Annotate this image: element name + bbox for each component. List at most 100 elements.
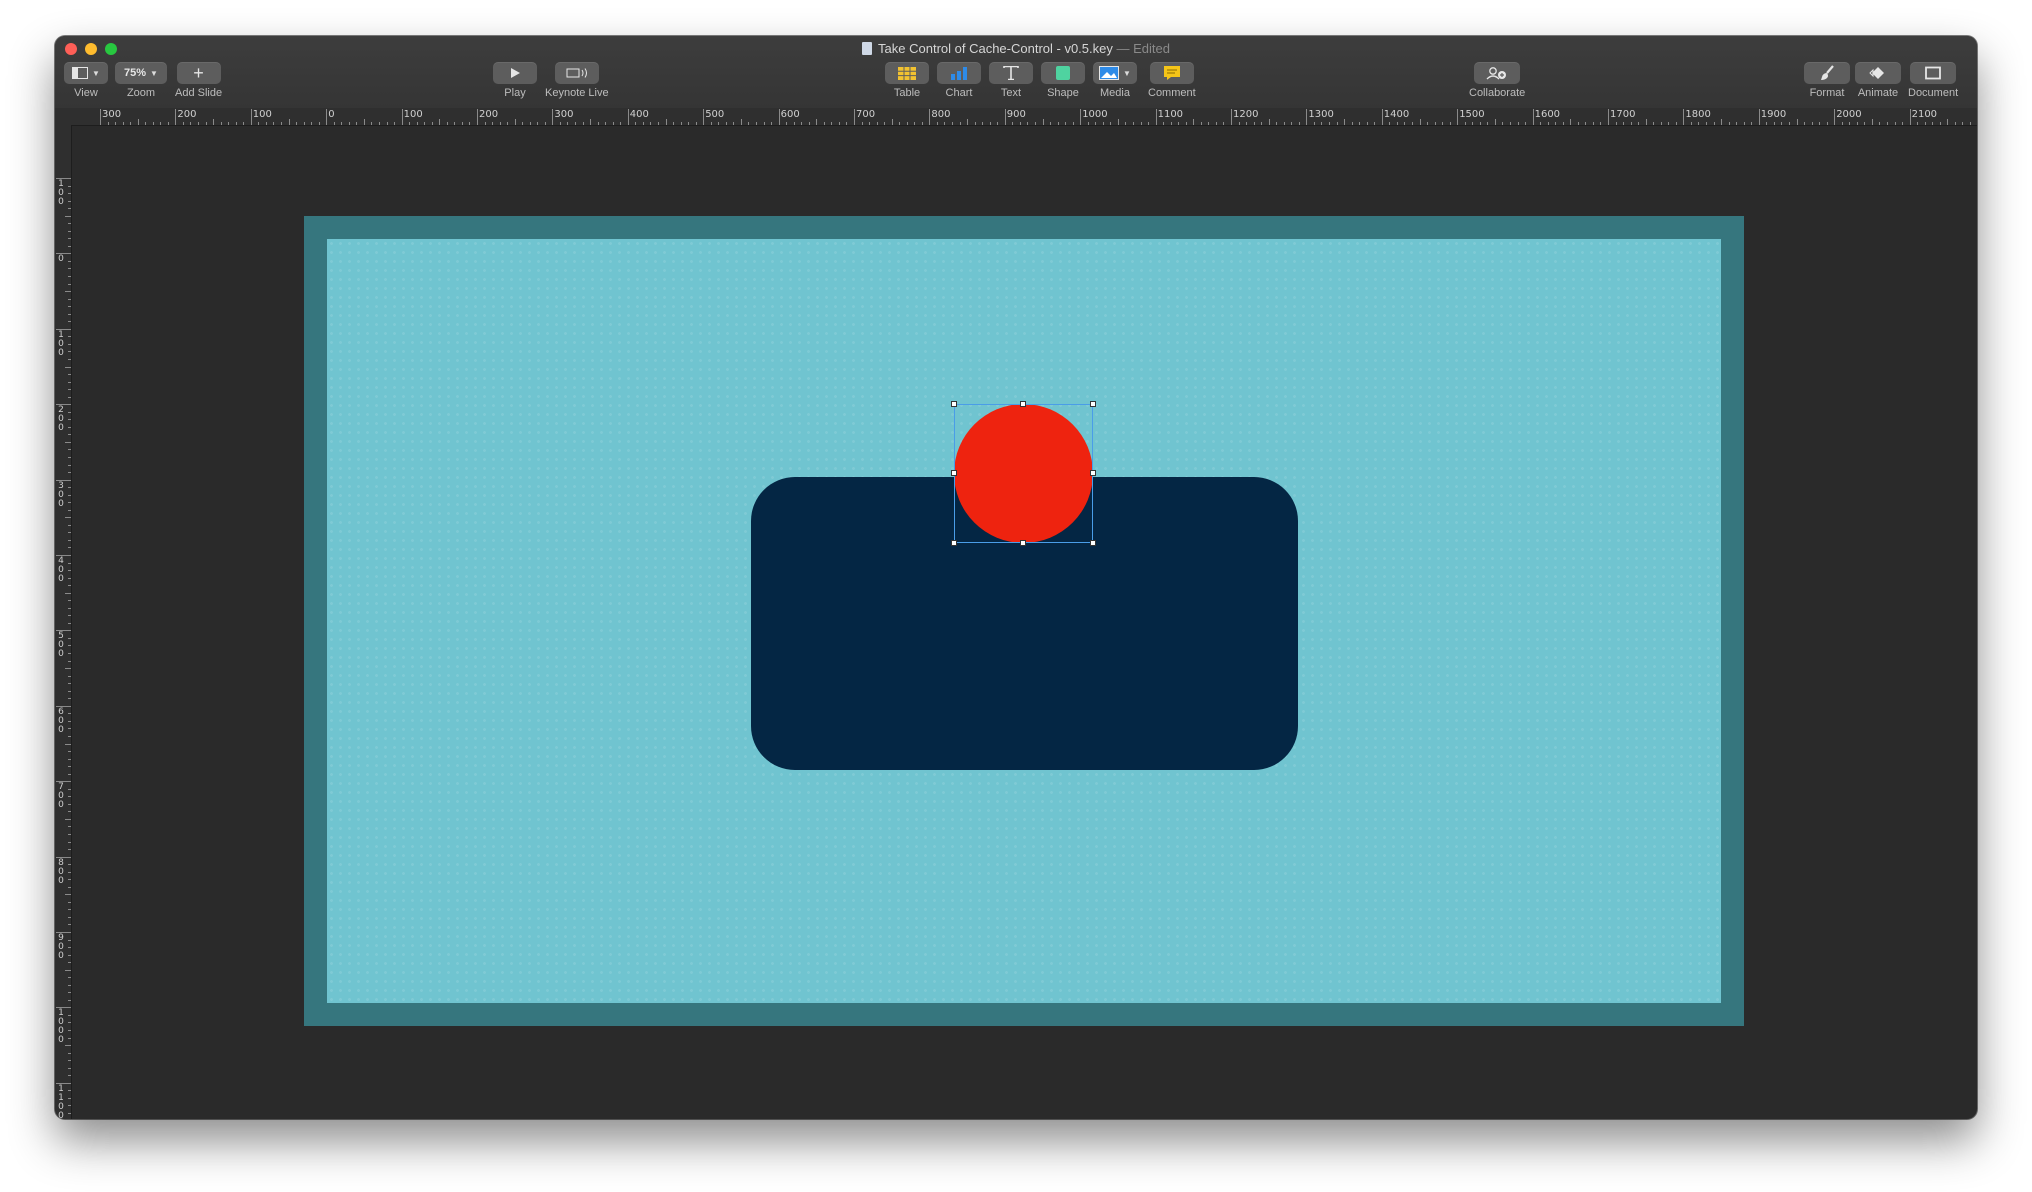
ruler-minor-tick	[68, 1112, 71, 1114]
ruler-minor-tick	[68, 637, 71, 639]
vertical-ruler[interactable]: 100010020030040050060070080090010001100	[55, 125, 72, 1119]
zoom-tool[interactable]: 75% ▼ Zoom	[115, 62, 167, 99]
ruler-minor-tick	[635, 122, 637, 125]
text-button[interactable]	[989, 62, 1033, 84]
chart-tool[interactable]: Chart	[937, 62, 981, 99]
ruler-minor-tick	[620, 122, 622, 125]
ruler-minor-tick	[68, 1105, 71, 1107]
resize-handle-left[interactable]	[951, 470, 957, 476]
table-tool[interactable]: Table	[885, 62, 929, 99]
ruler-minor-tick	[68, 909, 71, 911]
ruler-minor-tick	[363, 119, 365, 125]
collaborate-button[interactable]	[1474, 62, 1521, 84]
ruler-minor-tick	[461, 122, 463, 125]
ruler-label: 600	[58, 706, 64, 735]
plus-icon: +	[193, 62, 204, 83]
zoom-value: 75%	[124, 67, 147, 79]
ruler-major-tick	[627, 109, 629, 125]
ruler-minor-tick	[68, 524, 71, 526]
horizontal-ruler[interactable]: 300 200 100 0 100 200 300 400 500 600 700 800 900 100…	[72, 108, 1977, 126]
ruler-minor-tick	[416, 122, 418, 125]
add-slide-button[interactable]: +	[176, 62, 221, 84]
ruler-minor-tick	[68, 947, 71, 949]
comment-button[interactable]	[1149, 62, 1194, 84]
slide-background[interactable]	[327, 239, 1721, 1003]
ruler-minor-tick	[371, 122, 373, 125]
ruler-minor-tick	[1623, 122, 1625, 125]
ruler-major-tick	[703, 109, 705, 125]
zoom-select[interactable]: 75% ▼	[115, 62, 167, 84]
ruler-minor-tick	[303, 122, 305, 125]
ruler-minor-tick	[1954, 122, 1956, 125]
ruler-minor-tick	[68, 713, 71, 715]
ruler-minor-tick	[190, 122, 192, 125]
ruler-minor-tick	[1261, 122, 1263, 125]
ruler-minor-tick	[68, 833, 71, 835]
ruler-minor-tick	[1517, 122, 1519, 125]
ruler-minor-tick	[235, 122, 237, 125]
ruler-minor-tick	[1630, 122, 1632, 125]
ruler-minor-tick	[1396, 122, 1398, 125]
comment-tool[interactable]: Comment	[1148, 62, 1196, 99]
ruler-label: 800	[931, 109, 951, 120]
ruler-minor-tick	[68, 766, 71, 768]
ruler-minor-tick	[122, 122, 124, 125]
ruler-minor-tick	[1170, 122, 1172, 125]
ruler-minor-tick	[1728, 122, 1730, 125]
shape-tool[interactable]: Shape	[1041, 62, 1085, 99]
ruler-minor-tick	[68, 509, 71, 511]
edited-indicator: — Edited	[1116, 41, 1170, 56]
ruler-minor-tick	[952, 122, 954, 125]
ruler-minor-tick	[68, 645, 71, 647]
ruler-minor-tick	[725, 122, 727, 125]
ruler-minor-tick	[68, 449, 71, 451]
document-name: Take Control of Cache-Control - v0.5.key	[878, 41, 1113, 56]
ruler-minor-tick	[68, 1097, 71, 1099]
play-button[interactable]	[493, 62, 537, 84]
ruler-minor-tick	[786, 122, 788, 125]
format-button[interactable]	[1804, 62, 1850, 84]
ruler-minor-tick	[167, 122, 169, 125]
view-button[interactable]: ▼	[64, 62, 108, 84]
keynote-live-button[interactable]	[554, 62, 599, 84]
ruler-minor-tick	[974, 122, 976, 125]
ruler-major-tick	[1080, 109, 1082, 125]
ruler-minor-tick	[982, 122, 984, 125]
chart-button[interactable]	[937, 62, 981, 84]
ruler-label: 1000	[1082, 109, 1108, 120]
media-button[interactable]: ▼	[1093, 62, 1137, 84]
collaborate-tool[interactable]: Collaborate	[1469, 62, 1525, 99]
animate-tool[interactable]: Animate	[1855, 62, 1901, 99]
resize-handle-bottom-left[interactable]	[951, 540, 957, 546]
play-tool[interactable]: Play	[493, 62, 537, 99]
resize-handle-top-right[interactable]	[1090, 401, 1096, 407]
ruler-minor-tick	[1110, 122, 1112, 125]
table-button[interactable]	[885, 62, 929, 84]
resize-handle-top[interactable]	[1020, 401, 1026, 407]
document-tool[interactable]: Document	[1908, 62, 1958, 99]
add-slide-tool[interactable]: + Add Slide	[175, 62, 222, 99]
ruler-minor-tick	[816, 119, 818, 125]
format-tool[interactable]: Format	[1804, 62, 1850, 99]
ruler-minor-tick	[145, 122, 147, 125]
ruler-minor-tick	[1894, 122, 1896, 125]
resize-handle-top-left[interactable]	[951, 401, 957, 407]
text-tool[interactable]: Text	[989, 62, 1033, 99]
ruler-major-tick	[477, 109, 478, 125]
resize-handle-bottom[interactable]	[1020, 540, 1026, 546]
ruler-minor-tick	[68, 803, 71, 805]
ruler-minor-tick	[68, 698, 71, 700]
resize-handle-bottom-right[interactable]	[1090, 540, 1096, 546]
ruler-minor-tick	[1313, 122, 1315, 125]
document-button[interactable]	[1910, 62, 1957, 84]
keynote-live-tool[interactable]: Keynote Live	[545, 62, 609, 99]
ruler-minor-tick	[733, 122, 735, 125]
text-label: Text	[1000, 87, 1022, 99]
ruler-minor-tick	[1525, 122, 1527, 125]
resize-handle-right[interactable]	[1090, 470, 1096, 476]
slide-canvas-frame	[304, 216, 1744, 1026]
animate-button[interactable]	[1855, 62, 1901, 84]
view-tool[interactable]: ▼ View	[64, 62, 108, 99]
media-tool[interactable]: ▼ Media	[1093, 62, 1137, 99]
shape-button[interactable]	[1041, 62, 1085, 84]
